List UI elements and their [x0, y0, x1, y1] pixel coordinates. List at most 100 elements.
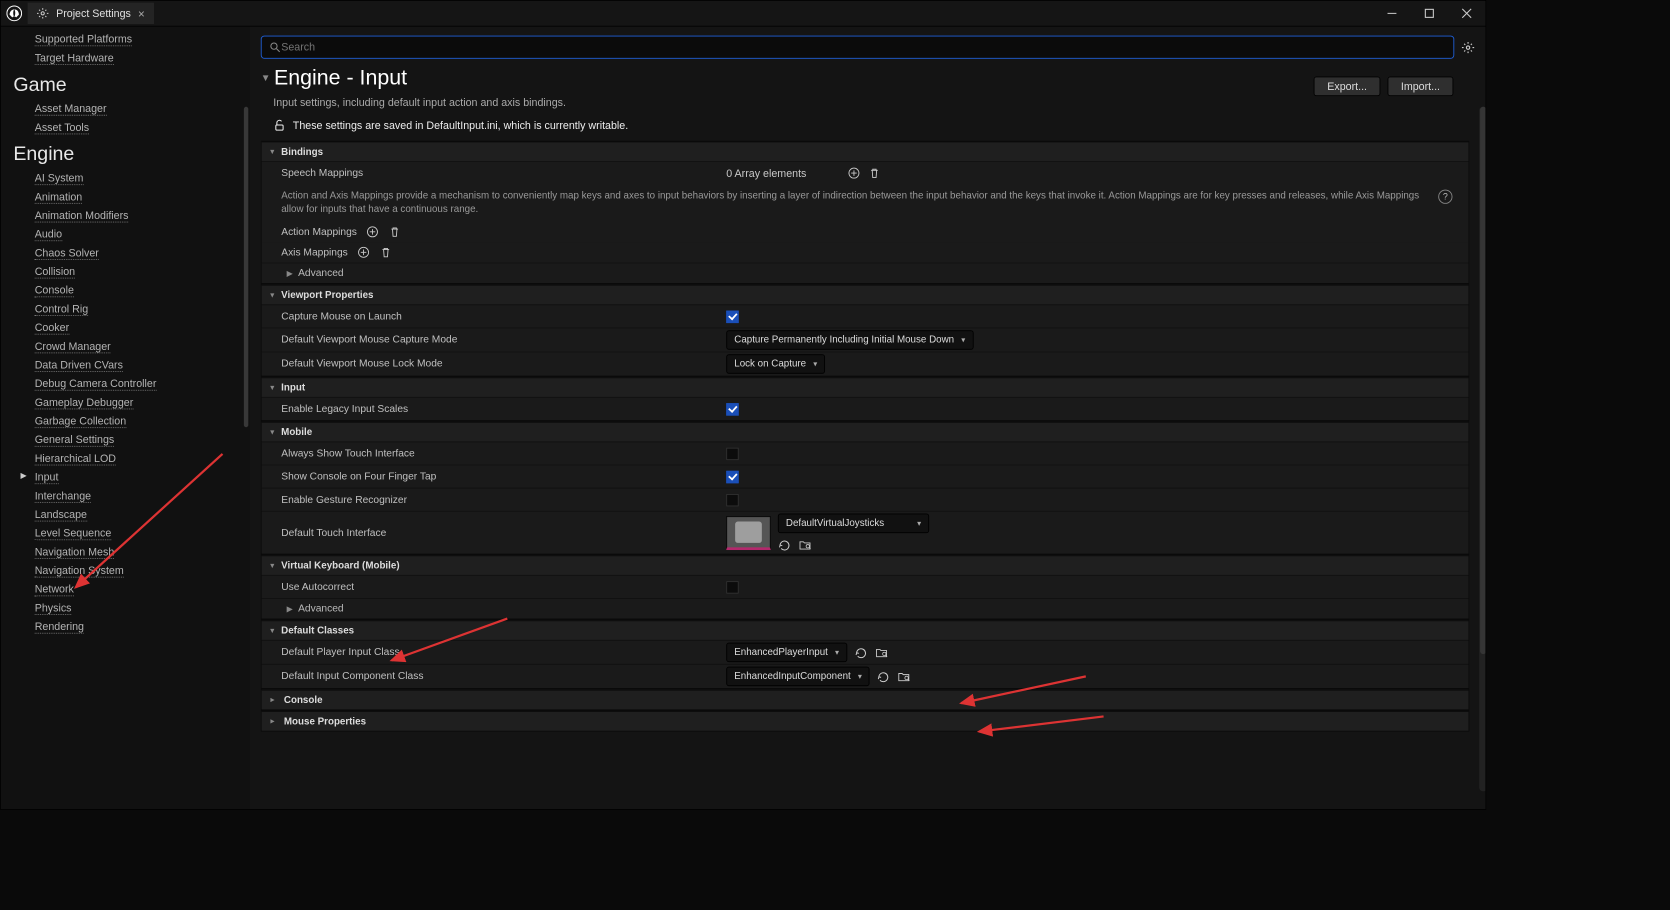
prop-always-show-touch: Always Show Touch Interface [281, 448, 726, 459]
prop-autocorrect: Use Autocorrect [281, 582, 726, 593]
viewport-lock-mode-dropdown[interactable]: Lock on Capture▾ [726, 354, 825, 374]
sidebar-scrollbar[interactable] [244, 107, 248, 427]
section-viewport-properties[interactable]: ▼Viewport Properties [262, 285, 1469, 305]
sidebar-item-general-settings[interactable]: General Settings [35, 433, 115, 446]
clear-axis-mappings-button[interactable] [379, 246, 392, 259]
action-mappings-label: Action Mappings [281, 227, 357, 238]
prop-default-input-component: Default Input Component Class [281, 671, 726, 682]
sidebar-item-supported-platforms[interactable]: Supported Platforms [35, 33, 132, 46]
sidebar-item-console[interactable]: Console [35, 284, 74, 297]
sidebar-item-level-sequence[interactable]: Level Sequence [35, 527, 112, 540]
bindings-help-text: Action and Axis Mappings provide a mecha… [281, 190, 1429, 217]
section-mobile[interactable]: ▼Mobile [262, 422, 1469, 442]
prop-default-player-input: Default Player Input Class [281, 647, 726, 658]
sidebar-item-target-hardware[interactable]: Target Hardware [35, 52, 114, 65]
close-button[interactable] [1448, 1, 1485, 26]
unlock-icon [273, 119, 285, 131]
section-virtual-keyboard[interactable]: ▼Virtual Keyboard (Mobile) [262, 555, 1469, 575]
info-icon[interactable]: ? [1438, 190, 1452, 204]
section-default-classes[interactable]: ▼Default Classes [262, 620, 1469, 640]
sidebar-item-asset-manager[interactable]: Asset Manager [35, 102, 107, 115]
reset-input-component-button[interactable] [877, 670, 890, 683]
sidebar-item-data-driven-cvars[interactable]: Data Driven CVars [35, 359, 123, 372]
section-mouse-properties[interactable]: ▼ Mouse Properties [262, 711, 1469, 731]
sidebar-item-control-rig[interactable]: Control Rig [35, 303, 88, 316]
capture-mouse-checkbox[interactable] [726, 310, 738, 322]
sidebar-item-garbage-collection[interactable]: Garbage Collection [35, 415, 126, 428]
prop-capture-mouse-on-launch: Capture Mouse on Launch [281, 311, 726, 322]
search-icon [269, 41, 281, 53]
add-action-mapping-button[interactable] [366, 225, 379, 238]
main-scrollbar[interactable] [1479, 107, 1485, 791]
search-input[interactable] [261, 36, 1454, 59]
sidebar-item-collision[interactable]: Collision [35, 265, 75, 278]
sidebar-item-network[interactable]: Network [35, 583, 74, 596]
bindings-advanced-toggle[interactable]: ▶Advanced [262, 263, 1469, 283]
tab-title: Project Settings [56, 7, 131, 19]
writable-note: These settings are saved in DefaultInput… [273, 119, 1475, 131]
sidebar-item-landscape[interactable]: Landscape [35, 508, 87, 521]
add-array-element-button[interactable] [847, 166, 860, 179]
touch-interface-thumbnail[interactable] [726, 516, 771, 550]
main-panel: ▼Engine - Input Input settings, includin… [250, 27, 1485, 809]
touch-interface-dropdown[interactable]: DefaultVirtualJoysticks▾ [778, 514, 929, 534]
sidebar-section-engine: Engine [1, 137, 250, 169]
project-settings-tab[interactable]: Project Settings × [28, 3, 154, 24]
browse-input-component-button[interactable] [897, 670, 910, 683]
sidebar-item-audio[interactable]: Audio [35, 228, 62, 241]
clear-action-mappings-button[interactable] [388, 225, 401, 238]
viewport-capture-mode-dropdown[interactable]: Capture Permanently Including Initial Mo… [726, 330, 973, 350]
sidebar-item-navigation-mesh[interactable]: Navigation Mesh [35, 546, 115, 559]
clear-array-button[interactable] [868, 166, 881, 179]
sidebar-item-animation[interactable]: Animation [35, 190, 83, 203]
sidebar-item-navigation-system[interactable]: Navigation System [35, 564, 124, 577]
section-input[interactable]: ▼Input [262, 377, 1469, 397]
prop-legacy-input-scales: Enable Legacy Input Scales [281, 404, 726, 415]
settings-gear-button[interactable] [1461, 40, 1474, 53]
axis-mappings-label: Axis Mappings [281, 247, 348, 258]
prop-viewport-lock-mode: Default Viewport Mouse Lock Mode [281, 359, 726, 370]
always-touch-checkbox[interactable] [726, 447, 738, 459]
sidebar-item-gameplay-debugger[interactable]: Gameplay Debugger [35, 396, 134, 409]
sidebar-item-asset-tools[interactable]: Asset Tools [35, 121, 89, 134]
four-finger-checkbox[interactable] [726, 470, 738, 482]
sidebar-section-game: Game [1, 68, 250, 100]
close-tab-button[interactable]: × [138, 7, 145, 20]
sidebar-item-hierarchical-lod[interactable]: Hierarchical LOD [35, 452, 116, 465]
default-player-input-dropdown[interactable]: EnhancedPlayerInput▾ [726, 643, 847, 663]
sidebar-item-cooker[interactable]: Cooker [35, 321, 69, 334]
reset-player-input-button[interactable] [854, 646, 867, 659]
page-subtitle: Input settings, including default input … [273, 96, 1314, 108]
gesture-checkbox[interactable] [726, 494, 738, 506]
sidebar-item-chaos-solver[interactable]: Chaos Solver [35, 247, 99, 260]
section-bindings[interactable]: ▼Bindings [262, 142, 1469, 162]
settings-icon [36, 7, 48, 19]
default-input-component-dropdown[interactable]: EnhancedInputComponent▾ [726, 667, 870, 687]
browse-button[interactable] [798, 538, 811, 551]
prop-touch-interface: Default Touch Interface [281, 527, 726, 538]
sidebar-item-input[interactable]: Input [35, 471, 59, 484]
sidebar-item-physics[interactable]: Physics [35, 602, 72, 615]
use-selected-button[interactable] [778, 538, 791, 551]
browse-player-input-button[interactable] [875, 646, 888, 659]
sidebar-item-animation-modifiers[interactable]: Animation Modifiers [35, 209, 129, 222]
sidebar-item-rendering[interactable]: Rendering [35, 620, 84, 633]
add-axis-mapping-button[interactable] [357, 246, 370, 259]
sidebar-item-ai-system[interactable]: AI System [35, 172, 84, 185]
speech-mappings-count: 0 Array elements [726, 167, 806, 179]
maximize-button[interactable] [1411, 1, 1448, 26]
legacy-input-checkbox[interactable] [726, 403, 738, 415]
prop-gesture-recognizer: Enable Gesture Recognizer [281, 494, 726, 505]
sidebar-item-interchange[interactable]: Interchange [35, 490, 91, 503]
minimize-button[interactable] [1373, 1, 1410, 26]
prop-viewport-capture-mode: Default Viewport Mouse Capture Mode [281, 335, 726, 346]
sidebar-item-debug-camera-controller[interactable]: Debug Camera Controller [35, 377, 157, 390]
sidebar-item-crowd-manager[interactable]: Crowd Manager [35, 340, 111, 353]
vk-advanced-toggle[interactable]: ▶Advanced [262, 598, 1469, 618]
import-button[interactable]: Import... [1387, 77, 1453, 97]
autocorrect-checkbox[interactable] [726, 581, 738, 593]
export-button[interactable]: Export... [1314, 77, 1380, 97]
unreal-logo-icon [6, 5, 22, 21]
prop-console-four-finger: Show Console on Four Finger Tap [281, 471, 726, 482]
section-console[interactable]: ▼ Console [262, 690, 1469, 710]
